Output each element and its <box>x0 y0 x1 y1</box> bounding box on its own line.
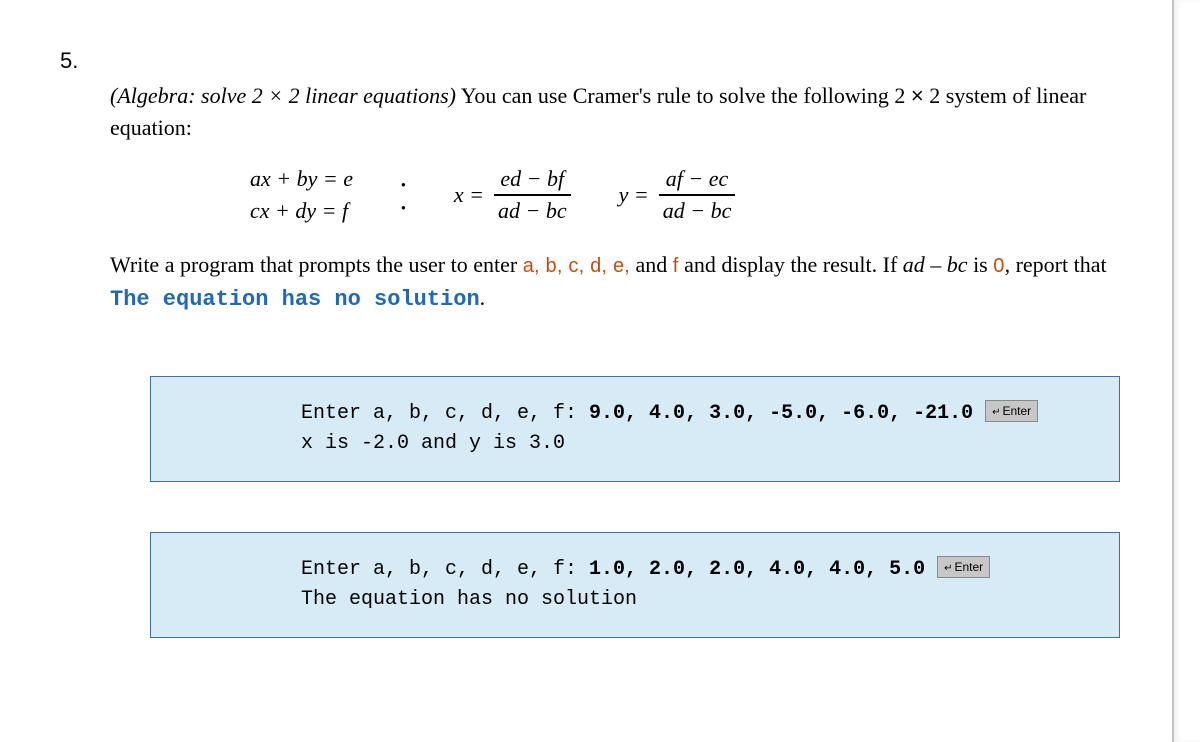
body-and: and <box>630 252 673 277</box>
example2-prompt: Enter a, b, c, d, e, f: <box>301 558 589 581</box>
example2-output: The equation has no solution <box>301 585 1097 615</box>
body-comma: , report that <box>1005 252 1107 277</box>
body-part1: Write a program that prompts the user to… <box>110 252 523 277</box>
y-lhs: y = <box>619 182 649 208</box>
instruction-paragraph: Write a program that prompts the user to… <box>110 248 1130 316</box>
example1-output: x is -2.0 and y is 3.0 <box>301 429 1097 459</box>
question-number: 5. <box>60 48 90 74</box>
x-lhs: x = <box>454 182 484 208</box>
zero-value: 0 <box>993 255 1004 277</box>
example1-input: 9.0, 4.0, 3.0, -5.0, -6.0, -21.0 <box>589 402 973 425</box>
y-numerator: af − ec <box>662 166 733 192</box>
times-symbol: × <box>911 83 924 108</box>
intro-italic: (Algebra: solve 2 × 2 linear equations) <box>110 83 456 108</box>
x-solution: x = ed − bf ad − bc <box>454 166 571 224</box>
example-box-1: Enter a, b, c, d, e, f: 9.0, 4.0, 3.0, -… <box>150 376 1120 482</box>
intro-paragraph: (Algebra: solve 2 × 2 linear equations) … <box>110 80 1130 144</box>
body-part2: and display the result. If <box>679 252 903 277</box>
cond-adbc: ad – bc <box>903 252 968 277</box>
equation-line-2: cx + dy = f <box>250 198 353 224</box>
equation-line-1: ax + by = e <box>250 166 353 192</box>
body-is: is <box>968 252 994 277</box>
x-fraction: ed − bf ad − bc <box>494 166 571 224</box>
y-solution: y = af − ec ad − bc <box>619 166 736 224</box>
y-fraction: af − ec ad − bc <box>659 166 736 224</box>
vars-abcde: a, b, c, d, e, <box>523 255 630 277</box>
enter-key-icon: Enter <box>985 400 1038 422</box>
page-gutter <box>1172 0 1200 742</box>
dot-indicators: ●● <box>401 180 406 212</box>
math-row: ax + by = e cx + dy = f ●● x = ed − bf a… <box>250 166 1130 224</box>
example-box-2: Enter a, b, c, d, e, f: 1.0, 2.0, 2.0, 4… <box>150 532 1120 638</box>
equation-system: ax + by = e cx + dy = f <box>250 166 353 224</box>
body-period: . <box>480 285 486 310</box>
question-content: (Algebra: solve 2 × 2 linear equations) … <box>110 40 1130 688</box>
no-solution-msg: The equation has no solution <box>110 287 480 312</box>
x-denominator: ad − bc <box>494 198 571 224</box>
intro-text-1: You can use Cramer's rule to solve the f… <box>456 83 911 108</box>
enter-key-icon: Enter <box>937 556 990 578</box>
example1-prompt: Enter a, b, c, d, e, f: <box>301 402 589 425</box>
x-numerator: ed − bf <box>496 166 568 192</box>
example2-input: 1.0, 2.0, 2.0, 4.0, 4.0, 5.0 <box>589 558 925 581</box>
y-denominator: ad − bc <box>659 198 736 224</box>
